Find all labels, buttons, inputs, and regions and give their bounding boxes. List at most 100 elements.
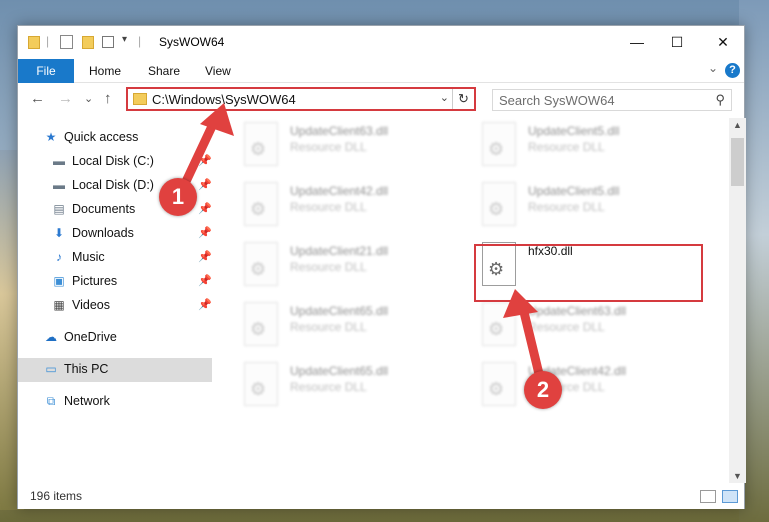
help-icon[interactable]: ?: [725, 63, 740, 78]
sidebar-item-label: Local Disk (C:): [72, 154, 154, 168]
dll-file-icon: ⚙: [482, 182, 516, 226]
file-item[interactable]: ⚙ UpdateClient42.dll Resource DLL: [482, 358, 712, 414]
back-icon[interactable]: ←: [30, 90, 45, 107]
file-type: Resource DLL: [290, 140, 367, 154]
file-name: UpdateClient63.dll: [528, 304, 627, 318]
dll-file-icon: ⚙: [244, 182, 278, 226]
file-name: UpdateClient42.dll: [290, 184, 389, 198]
navigation-pane: ★ Quick access ▬ Local Disk (C:) 📌 ▬ Loc…: [18, 118, 212, 481]
pictures-icon: ▣: [53, 274, 65, 288]
vertical-scrollbar[interactable]: ▲ ▼: [729, 118, 746, 483]
properties-icon[interactable]: [60, 35, 73, 49]
dll-file-icon: ⚙: [244, 122, 278, 166]
tab-share[interactable]: Share: [148, 59, 180, 83]
address-bar[interactable]: C:\Windows\SysWOW64 ⌄ ↻: [126, 87, 476, 111]
large-icons-view-icon[interactable]: [722, 490, 738, 503]
tab-file[interactable]: File: [18, 59, 74, 83]
new-folder-icon[interactable]: [82, 36, 94, 49]
sidebar-item-label: Music: [72, 250, 105, 264]
dll-file-icon: ⚙: [244, 302, 278, 346]
pin-icon[interactable]: 📌: [198, 226, 212, 239]
search-placeholder: Search SysWOW64: [499, 93, 615, 108]
sidebar-item-this-pc[interactable]: ▭ This PC: [18, 358, 212, 382]
file-item[interactable]: ⚙ UpdateClient42.dll Resource DLL: [244, 178, 474, 234]
file-type: Resource DLL: [528, 200, 605, 214]
gear-icon: ⚙: [488, 379, 505, 399]
scroll-down-icon[interactable]: ▼: [729, 471, 746, 481]
status-bar: 196 items: [18, 485, 744, 509]
sidebar-item-label: Local Disk (D:): [72, 178, 154, 192]
drive-icon: ▬: [53, 154, 65, 168]
file-name: UpdateClient65.dll: [290, 364, 389, 378]
file-item[interactable]: ⚙ UpdateClient63.dll Resource DLL: [482, 298, 712, 354]
file-type: Resource DLL: [290, 380, 367, 394]
scroll-thumb[interactable]: [731, 138, 744, 186]
sidebar-item-music[interactable]: ♪ Music 📌: [18, 246, 212, 270]
pin-icon[interactable]: 📌: [198, 178, 212, 191]
sidebar-item-quick-access[interactable]: ★ Quick access: [18, 126, 212, 150]
dll-file-icon: ⚙: [244, 242, 278, 286]
step-badge-2: 2: [524, 371, 562, 409]
file-name: UpdateClient5.dll: [528, 184, 620, 198]
pin-icon[interactable]: 📌: [198, 154, 212, 167]
file-item[interactable]: ⚙ UpdateClient5.dll Resource DLL: [482, 178, 712, 234]
file-type: Resource DLL: [528, 320, 605, 334]
file-explorer-window: | ▾ | SysWOW64 — ☐ ✕ File Home Share Vie…: [17, 25, 746, 509]
address-path[interactable]: C:\Windows\SysWOW64: [152, 92, 296, 107]
ribbon-collapse-icon[interactable]: ⌄: [708, 61, 718, 75]
drive-icon: ▬: [53, 178, 65, 192]
download-icon: ⬇: [53, 226, 65, 240]
search-icon[interactable]: ⚲: [715, 92, 725, 108]
dll-file-icon: ⚙: [482, 362, 516, 406]
pin-icon[interactable]: 📌: [198, 274, 212, 287]
file-item[interactable]: ⚙ UpdateClient65.dll Resource DLL: [244, 298, 474, 354]
maximize-button[interactable]: ☐: [654, 26, 700, 59]
highlight-box-file: [474, 244, 703, 302]
sidebar-item-label: Documents: [72, 202, 136, 216]
gear-icon: ⚙: [250, 259, 267, 279]
recent-locations-icon[interactable]: ⌄: [84, 92, 93, 105]
file-name: UpdateClient21.dll: [290, 244, 389, 258]
sidebar-item-videos[interactable]: ▦ Videos 📌: [18, 294, 212, 318]
music-icon: ♪: [56, 250, 62, 264]
star-icon: ★: [45, 130, 57, 144]
file-type: Resource DLL: [528, 140, 605, 154]
address-dropdown-icon[interactable]: ⌄: [440, 91, 449, 104]
pin-icon[interactable]: 📌: [198, 202, 212, 215]
file-item[interactable]: ⚙ UpdateClient65.dll Resource DLL: [244, 358, 474, 414]
sidebar-item-onedrive[interactable]: ☁ OneDrive: [18, 326, 212, 350]
sidebar-item-label: OneDrive: [64, 330, 117, 344]
gear-icon: ⚙: [250, 379, 267, 399]
tab-view[interactable]: View: [205, 59, 231, 83]
forward-icon[interactable]: →: [58, 90, 73, 107]
file-item[interactable]: ⚙ UpdateClient63.dll Resource DLL: [244, 118, 474, 174]
title-bar: | ▾ | SysWOW64 — ☐ ✕: [18, 26, 744, 59]
qa-dropdown-icon[interactable]: ▾: [122, 34, 127, 45]
dll-file-icon: ⚙: [482, 122, 516, 166]
refresh-icon[interactable]: ↻: [452, 89, 474, 109]
details-view-icon[interactable]: [700, 490, 716, 503]
sidebar-item-pictures[interactable]: ▣ Pictures 📌: [18, 270, 212, 294]
pin-icon[interactable]: 📌: [198, 250, 212, 263]
file-item[interactable]: ⚙ UpdateClient5.dll Resource DLL: [482, 118, 712, 174]
sidebar-item-downloads[interactable]: ⬇ Downloads 📌: [18, 222, 212, 246]
sidebar-item-local-disk-c[interactable]: ▬ Local Disk (C:) 📌: [18, 150, 212, 174]
search-input[interactable]: Search SysWOW64 ⚲: [492, 89, 732, 111]
customize-icon[interactable]: [102, 36, 114, 48]
sidebar-item-network[interactable]: ⧉ Network: [18, 390, 212, 414]
folder-icon: [133, 93, 147, 105]
item-count: 196 items: [30, 489, 83, 503]
gear-icon: ⚙: [488, 199, 505, 219]
pin-icon[interactable]: 📌: [198, 298, 212, 311]
gear-icon: ⚙: [488, 319, 505, 339]
step-badge-1: 1: [159, 178, 197, 216]
documents-icon: ▤: [53, 202, 65, 216]
up-icon[interactable]: ↑: [104, 90, 112, 107]
file-type: Resource DLL: [290, 320, 367, 334]
tab-home[interactable]: Home: [89, 59, 121, 83]
scroll-up-icon[interactable]: ▲: [729, 120, 746, 130]
gear-icon: ⚙: [250, 139, 267, 159]
close-button[interactable]: ✕: [700, 26, 746, 59]
file-item[interactable]: ⚙ UpdateClient21.dll Resource DLL: [244, 238, 474, 294]
gear-icon: ⚙: [250, 199, 267, 219]
